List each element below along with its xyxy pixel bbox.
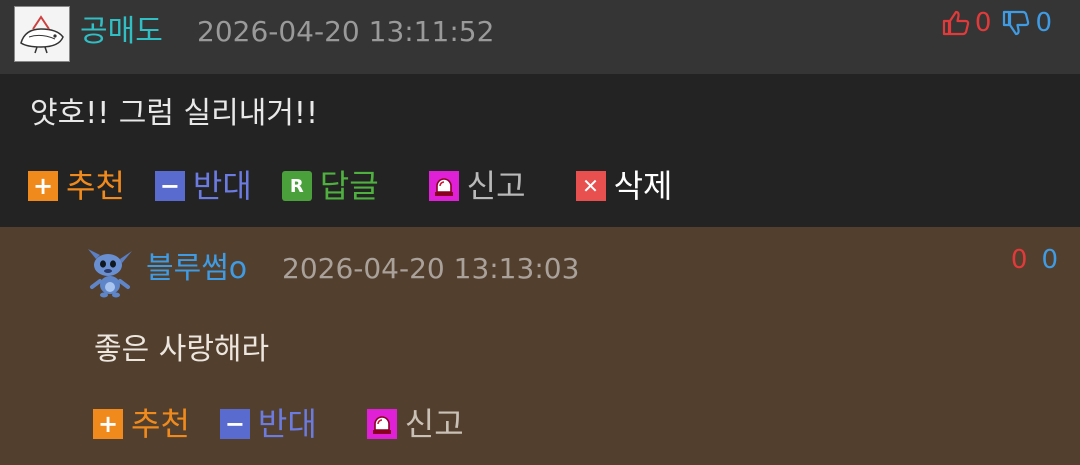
- oppose-button[interactable]: − 반대: [219, 402, 317, 446]
- reply-label: 답글: [319, 167, 379, 205]
- comment: 공매도 2026-04-20 13:11:52 0 0 얏호!! 그럼 실리내거…: [0, 0, 1080, 227]
- comment-actions: + 추천 − 반대 신고: [93, 402, 494, 446]
- comment-text: 얏호!! 그럼 실리내거!!: [30, 96, 318, 131]
- delete-button[interactable]: ✕ 삭제: [575, 164, 673, 208]
- plus-icon: +: [93, 409, 123, 439]
- report-button[interactable]: 신고: [366, 402, 464, 446]
- thumbs-down-icon[interactable]: [1001, 8, 1031, 38]
- avatar-image: [88, 249, 132, 298]
- delete-x-icon: ✕: [575, 171, 606, 201]
- comment-datetime: 2026-04-20 13:11:52: [197, 15, 495, 48]
- oppose-label: 반대: [257, 405, 317, 443]
- avatar[interactable]: [86, 245, 136, 299]
- recommend-label: 추천: [66, 167, 125, 205]
- comment-actions: + 추천 − 반대 R 답글 신고 ✕ 삭제: [28, 164, 702, 208]
- avatar[interactable]: [14, 6, 70, 62]
- avatar-image: [20, 15, 64, 54]
- delete-label: 삭제: [613, 167, 673, 205]
- siren-icon: [366, 409, 397, 439]
- recommend-button[interactable]: + 추천: [28, 164, 125, 208]
- report-label: 신고: [466, 167, 526, 205]
- vote-counts: 0 0: [1011, 243, 1058, 277]
- siren-icon: [428, 171, 459, 201]
- upvote-count: 0: [974, 8, 992, 38]
- downvote-count: 0: [1041, 245, 1058, 275]
- minus-icon: −: [219, 409, 250, 439]
- thumbs-up-icon[interactable]: [941, 8, 971, 38]
- comment-datetime: 2026-04-20 13:13:03: [282, 252, 580, 285]
- recommend-label: 추천: [131, 405, 190, 443]
- downvote-count: 0: [1035, 8, 1052, 38]
- reply-button[interactable]: R 답글: [281, 164, 379, 208]
- oppose-button[interactable]: − 반대: [154, 164, 252, 208]
- recommend-button[interactable]: + 추천: [93, 402, 190, 446]
- nickname[interactable]: 블루썸o: [146, 251, 247, 287]
- report-button[interactable]: 신고: [428, 164, 526, 208]
- plus-icon: +: [28, 171, 58, 201]
- oppose-label: 반대: [192, 167, 252, 205]
- vote-counts: 0 0: [941, 6, 1052, 40]
- comment-text: 좋은 사랑해라: [94, 332, 270, 367]
- reply-icon: R: [281, 171, 312, 201]
- report-label: 신고: [404, 405, 464, 443]
- upvote-count: 0: [1010, 245, 1028, 275]
- minus-icon: −: [154, 171, 185, 201]
- nickname[interactable]: 공매도: [80, 14, 163, 50]
